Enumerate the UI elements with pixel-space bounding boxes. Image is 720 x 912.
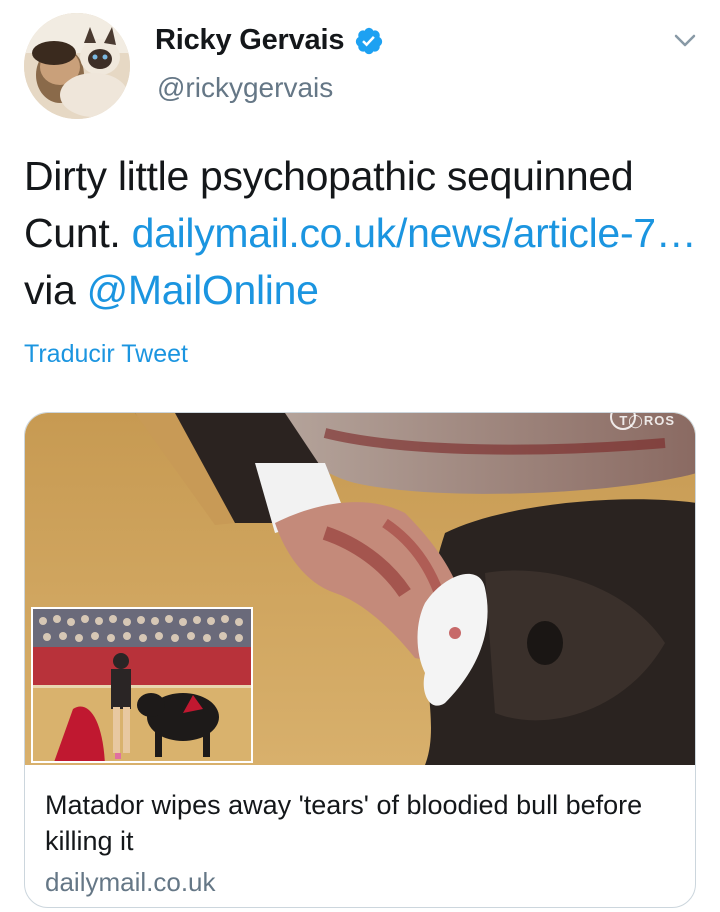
mention-link[interactable]: @MailOnline [87, 267, 319, 313]
bullfight-inset-image [33, 609, 251, 761]
verified-badge-icon [354, 26, 384, 56]
display-name[interactable]: Ricky Gervais [155, 24, 344, 57]
card-image[interactable]: T◯ROS [25, 413, 695, 765]
tweet: Ricky Gervais @rickygervais Dirty little… [0, 0, 720, 912]
inset-photo [31, 607, 253, 763]
avatar-photo [24, 13, 130, 119]
link-preview-card[interactable]: T◯ROS Matador wipes away 'tears' of bloo… [24, 412, 696, 908]
avatar[interactable] [24, 13, 130, 119]
author-handle[interactable]: @rickygervais [157, 72, 333, 104]
tweet-text: Dirty little psychopathic sequinned Cunt… [24, 148, 704, 319]
chevron-down-icon[interactable] [672, 30, 698, 50]
broadcaster-logo: T◯ROS [619, 413, 675, 428]
author-name-row[interactable]: Ricky Gervais [155, 24, 384, 57]
article-link[interactable]: dailymail.co.uk/news/article-7… [132, 210, 697, 256]
tweet-text-via: via [24, 267, 87, 313]
card-title[interactable]: Matador wipes away 'tears' of bloodied b… [45, 787, 675, 859]
translate-tweet-link[interactable]: Traducir Tweet [24, 340, 188, 369]
card-domain: dailymail.co.uk [45, 867, 216, 897]
